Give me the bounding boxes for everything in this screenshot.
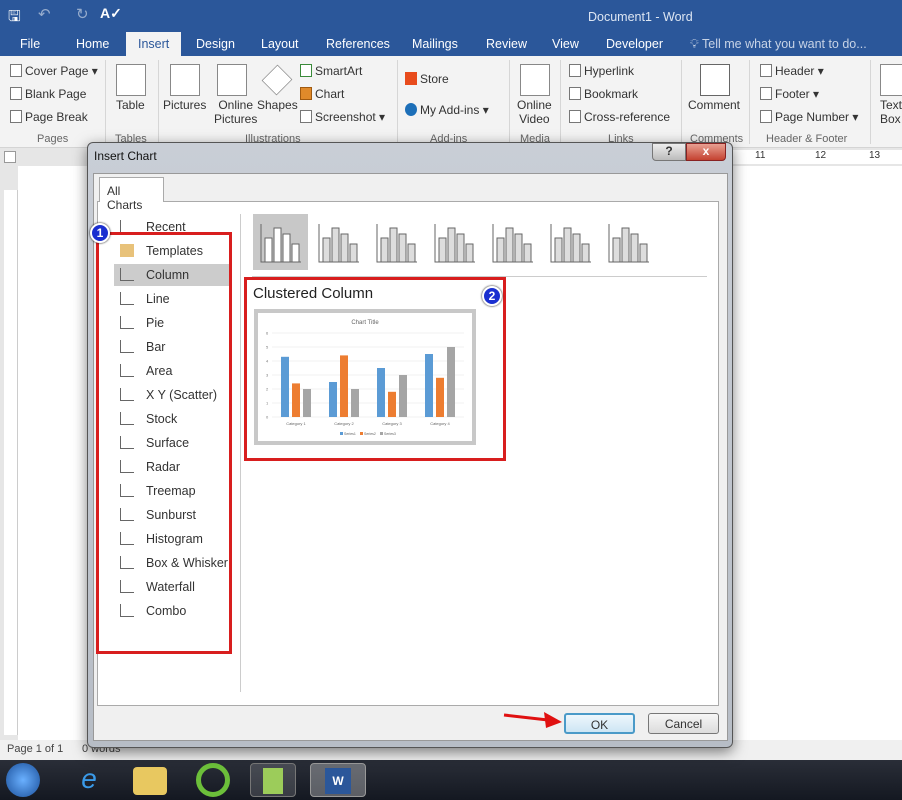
text-box-icon bbox=[880, 64, 902, 96]
coccoc-icon[interactable] bbox=[196, 763, 230, 797]
subtype-clustered-column[interactable] bbox=[253, 214, 308, 270]
start-button[interactable] bbox=[6, 763, 40, 797]
column-chart-icon bbox=[260, 224, 301, 263]
word-taskbar-button[interactable]: W bbox=[310, 763, 366, 797]
step-badge-1: 1 bbox=[90, 223, 110, 243]
tell-me-input[interactable]: 💡︎ Tell me what you want to do... bbox=[690, 37, 867, 52]
table-button[interactable]: Table bbox=[116, 98, 145, 112]
subtype-3d-clustered-column[interactable] bbox=[427, 214, 482, 270]
chart-button[interactable]: Chart bbox=[300, 87, 344, 101]
pictures-button[interactable]: Pictures bbox=[163, 98, 206, 112]
subtype-3d-100-stacked-column[interactable] bbox=[543, 214, 598, 270]
online-pictures-button[interactable]: Online Pictures bbox=[214, 98, 257, 126]
ribbon: Cover Page ▾ Blank Page Page Break Pages… bbox=[0, 56, 902, 148]
screenshot-button[interactable]: Screenshot ▾ bbox=[300, 110, 385, 124]
help-button[interactable]: ? bbox=[652, 143, 686, 161]
vertical-ruler bbox=[4, 190, 18, 735]
column-chart-icon bbox=[550, 224, 591, 263]
smartart-button[interactable]: SmartArt bbox=[300, 64, 362, 78]
arrow-annotation bbox=[503, 712, 562, 728]
tab-insert[interactable]: Insert bbox=[126, 32, 182, 56]
column-chart-icon bbox=[434, 224, 475, 263]
online-video-icon bbox=[520, 64, 550, 96]
tab-mailings[interactable]: Mailings bbox=[412, 37, 458, 51]
highlight-box-chart-types bbox=[96, 232, 232, 654]
tab-references[interactable]: References bbox=[326, 37, 390, 51]
text-box-button[interactable]: Text Box bbox=[880, 98, 902, 126]
store-button[interactable]: Store bbox=[405, 72, 449, 86]
close-button[interactable]: x bbox=[686, 143, 726, 161]
ok-button[interactable]: OK bbox=[564, 713, 635, 734]
notepadpp-taskbar-button[interactable] bbox=[250, 763, 296, 797]
page-count[interactable]: Page 1 of 1 bbox=[7, 743, 63, 755]
subtype-3d-stacked-column[interactable] bbox=[485, 214, 540, 270]
highlight-box-preview bbox=[244, 277, 506, 461]
shapes-icon bbox=[261, 64, 293, 96]
pictures-icon bbox=[170, 64, 200, 96]
spelling-icon[interactable]: A✓ bbox=[100, 5, 122, 22]
cover-page-button[interactable]: Cover Page ▾ bbox=[10, 64, 98, 78]
window-title: Document1 - Word bbox=[588, 10, 693, 24]
explorer-icon[interactable] bbox=[133, 767, 167, 795]
tab-developer[interactable]: Developer bbox=[606, 37, 663, 51]
header-button[interactable]: Header ▾ bbox=[760, 64, 824, 78]
page-break-button[interactable]: Page Break bbox=[10, 110, 88, 124]
comment-button[interactable]: Comment bbox=[688, 98, 740, 112]
subtype-100-stacked-column[interactable] bbox=[369, 214, 424, 270]
tab-view[interactable]: View bbox=[552, 37, 579, 51]
group-label-pages: Pages bbox=[37, 133, 69, 145]
online-pictures-icon bbox=[217, 64, 247, 96]
comment-icon bbox=[700, 64, 730, 96]
save-icon[interactable]: 🖫 bbox=[8, 6, 21, 31]
online-video-button[interactable]: Online Video bbox=[517, 98, 552, 126]
taskbar: e W bbox=[0, 760, 902, 800]
tab-design[interactable]: Design bbox=[196, 37, 235, 51]
dialog-title: Insert Chart bbox=[94, 149, 157, 163]
column-chart-icon bbox=[318, 224, 359, 263]
tab-all-charts[interactable]: All Charts bbox=[99, 177, 164, 212]
step-badge-2: 2 bbox=[482, 286, 502, 306]
tab-layout[interactable]: Layout bbox=[261, 37, 299, 51]
ie-icon[interactable]: e bbox=[72, 763, 106, 797]
title-bar: 🖫 ↶ ↻ A✓ Document1 - Word bbox=[0, 0, 902, 32]
lightbulb-icon: 💡︎ bbox=[690, 37, 699, 51]
shapes-button[interactable]: Shapes bbox=[257, 98, 298, 112]
tab-file[interactable]: File bbox=[20, 37, 40, 51]
subtype-stacked-column[interactable] bbox=[311, 214, 366, 270]
redo-icon[interactable]: ↻ bbox=[76, 5, 89, 23]
column-chart-icon bbox=[492, 224, 533, 263]
blank-page-button[interactable]: Blank Page bbox=[10, 87, 86, 101]
page-number-button[interactable]: Page Number ▾ bbox=[760, 110, 858, 124]
tab-review[interactable]: Review bbox=[486, 37, 527, 51]
cross-reference-button[interactable]: Cross-reference bbox=[569, 110, 670, 124]
hyperlink-button[interactable]: Hyperlink bbox=[569, 64, 634, 78]
bookmark-button[interactable]: Bookmark bbox=[569, 87, 638, 101]
subtype-3d-column[interactable] bbox=[601, 214, 656, 270]
tab-selector[interactable] bbox=[4, 151, 16, 163]
ribbon-tabs: File Home Insert Design Layout Reference… bbox=[0, 32, 902, 56]
column-chart-icon bbox=[376, 224, 417, 263]
undo-icon[interactable]: ↶ bbox=[38, 5, 51, 23]
footer-button[interactable]: Footer ▾ bbox=[760, 87, 819, 101]
tab-home[interactable]: Home bbox=[76, 37, 109, 51]
cancel-button[interactable]: Cancel bbox=[648, 713, 719, 734]
column-chart-icon bbox=[608, 224, 649, 263]
table-icon bbox=[116, 64, 146, 96]
my-addins-button[interactable]: My Add-ins ▾ bbox=[405, 103, 489, 117]
